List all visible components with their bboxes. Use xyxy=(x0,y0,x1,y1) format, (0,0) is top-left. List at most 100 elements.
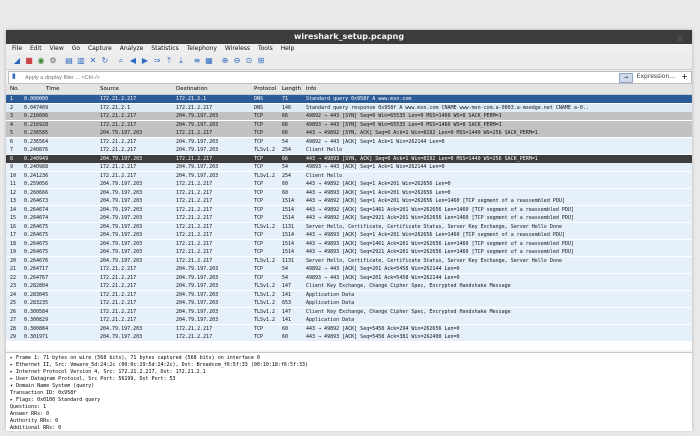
column-length[interactable]: Length xyxy=(282,84,301,94)
save-file-icon[interactable]: ▥ xyxy=(76,56,86,66)
apply-filter-icon[interactable]: → xyxy=(619,73,633,83)
packet-row[interactable]: 12 0.260666 204.79.197.203 172.21.2.217 TCP 6… xyxy=(6,188,692,197)
start-capture-icon[interactable]: ◢ xyxy=(12,56,22,66)
packet-row[interactable]: 25 0.283235 172.21.2.217 204.79.197.203 TLSv… xyxy=(6,299,692,307)
options-icon[interactable]: ⚙ xyxy=(48,56,58,66)
restart-capture-icon[interactable]: ◉ xyxy=(36,56,46,66)
packet-row[interactable]: 29 0.301971 204.79.197.203 172.21.2.217 TCP 6… xyxy=(6,333,692,341)
cell-dst: 204.79.197.203 xyxy=(176,308,219,315)
cell-proto: TCP xyxy=(254,155,264,162)
first-icon[interactable]: ⤒ xyxy=(164,56,174,66)
menu-tools[interactable]: Tools xyxy=(258,45,273,52)
packet-row[interactable]: 17 0.264675 204.79.197.203 172.21.2.217 TCP 1… xyxy=(6,231,692,239)
packet-row[interactable]: 7 0.240876 172.21.2.217 204.79.197.203 TLSv1… xyxy=(6,146,692,154)
find-icon[interactable]: ⌕ xyxy=(116,56,126,66)
cell-dst: 204.79.197.203 xyxy=(176,113,219,119)
cell-dst: 172.21.2.217 xyxy=(176,130,213,136)
packet-row[interactable]: 6 0.236564 172.21.2.217 204.79.197.203 TCP 54… xyxy=(6,137,692,146)
column-source[interactable]: Source xyxy=(100,84,119,94)
column-destination[interactable]: Destination xyxy=(176,84,208,94)
expression-button[interactable]: Expression... xyxy=(637,73,675,80)
bookmark-icon[interactable]: ▮ xyxy=(12,72,16,80)
column-protocol[interactable]: Protocol xyxy=(254,84,276,94)
cell-src: 204.79.197.203 xyxy=(100,257,143,264)
menu-wireless[interactable]: Wireless xyxy=(225,45,250,52)
packet-row[interactable]: 1 0.000000 172.21.2.217 172.21.2.1 DNS 71 Stan… xyxy=(6,95,692,103)
cell-info: 49892 → 443 [ACK] Seq=1 Ack=1 Win=262144… xyxy=(306,138,445,145)
cell-src: 204.79.197.203 xyxy=(100,198,143,204)
resize-columns-icon[interactable]: ⊞ xyxy=(256,56,266,66)
forward-icon[interactable]: ▶ xyxy=(140,56,150,66)
cell-time: 0.000000 xyxy=(24,96,49,102)
detail-line[interactable]: ▸ Ethernet II, Src: Vmware_5d:24:2c (00:… xyxy=(10,362,688,369)
packet-row[interactable]: 15 0.264674 204.79.197.203 172.21.2.217 TCP 1… xyxy=(6,214,692,222)
column-time[interactable]: Time xyxy=(46,84,59,94)
add-filter-button[interactable]: + xyxy=(681,72,688,81)
packet-row[interactable]: 20 0.264676 204.79.197.203 172.21.2.217 TLSv… xyxy=(6,256,692,265)
packet-row[interactable]: 5 0.236585 204.79.197.203 172.21.2.217 TCP 66… xyxy=(6,129,692,137)
packet-row[interactable]: 14 0.264674 204.79.197.203 172.21.2.217 TCP 1… xyxy=(6,205,692,214)
detail-line[interactable]: Answer RRs: 0 xyxy=(10,411,688,418)
packet-row[interactable]: 26 0.300584 172.21.2.217 204.79.197.203 TLSv… xyxy=(6,307,692,316)
packet-row[interactable]: 2 0.047409 172.21.2.1 172.21.2.217 DNS 146 Sta… xyxy=(6,103,692,112)
menu-view[interactable]: View xyxy=(50,45,64,52)
cell-time: 0.264674 xyxy=(24,206,49,213)
column-no[interactable]: No. xyxy=(10,84,19,94)
packet-row[interactable]: 19 0.264675 204.79.197.203 172.21.2.217 TCP 1… xyxy=(6,248,692,256)
last-icon[interactable]: ⤓ xyxy=(176,56,186,66)
menu-statistics[interactable]: Statistics xyxy=(151,45,178,52)
packet-row[interactable]: 13 0.264673 204.79.197.203 172.21.2.217 TCP 1… xyxy=(6,197,692,205)
packet-row[interactable]: 27 0.300829 172.21.2.217 204.79.197.203 TLSv… xyxy=(6,316,692,324)
zoom-out-icon[interactable]: ⊖ xyxy=(232,56,242,66)
detail-line[interactable]: ▸ Frame 1: 71 bytes on wire (568 bits), … xyxy=(10,355,688,362)
cell-dst: 204.79.197.203 xyxy=(176,138,219,145)
menu-analyze[interactable]: Analyze xyxy=(120,45,144,52)
detail-line[interactable]: ▾ Domain Name System (query) xyxy=(10,383,688,390)
menu-capture[interactable]: Capture xyxy=(88,45,112,52)
stop-capture-icon[interactable]: ■ xyxy=(24,56,34,66)
packet-row[interactable]: 9 0.240988 172.21.2.217 204.79.197.203 TCP 54… xyxy=(6,163,692,171)
menu-telephony[interactable]: Telephony xyxy=(187,45,217,52)
packet-row[interactable]: 10 0.241236 172.21.2.217 204.79.197.203 TLSv… xyxy=(6,171,692,180)
detail-line[interactable]: ▸ Flags: 0x0100 Standard query xyxy=(10,397,688,404)
display-filter-input[interactable] xyxy=(25,72,585,83)
menu-help[interactable]: Help xyxy=(281,45,295,52)
packet-row[interactable]: 11 0.259056 204.79.197.203 172.21.2.217 TCP 6… xyxy=(6,180,692,188)
reload-icon[interactable]: ↻ xyxy=(100,56,110,66)
menu-edit[interactable]: Edit xyxy=(30,45,42,52)
cell-len: 54 xyxy=(282,138,289,145)
cell-src: 172.21.2.217 xyxy=(100,317,137,323)
cell-no: 3 xyxy=(10,113,14,119)
menu-go[interactable]: Go xyxy=(72,45,80,52)
packet-row[interactable]: 8 0.240949 204.79.197.203 172.21.2.217 TCP 66… xyxy=(6,154,692,163)
detail-line[interactable]: Transaction ID: 0x958f xyxy=(10,390,688,397)
packet-row[interactable]: 4 0.216928 172.21.2.217 204.79.197.203 TCP 66… xyxy=(6,120,692,129)
detail-line[interactable]: ▸ Internet Protocol Version 4, Src: 172.… xyxy=(10,369,688,376)
detail-line[interactable]: ▸ User Datagram Protocol, Src Port: 5619… xyxy=(10,376,688,383)
cell-info: 443 → 49892 [ACK] Seq=2921 Ack=201 Win=2… xyxy=(306,215,574,221)
detail-line[interactable]: Authority RRs: 0 xyxy=(10,418,688,425)
wireshark-window: wireshark_setup.pcapng × File Edit View … xyxy=(6,30,692,431)
packet-row[interactable]: 23 0.282804 172.21.2.217 204.79.197.203 TLSv… xyxy=(6,282,692,290)
autoscroll-icon[interactable]: ≡ xyxy=(192,56,202,66)
cell-time: 0.047409 xyxy=(24,104,49,111)
packet-row[interactable]: 18 0.264675 204.79.197.203 172.21.2.217 TCP 1… xyxy=(6,239,692,248)
cell-proto: DNS xyxy=(254,104,264,111)
packet-row[interactable]: 16 0.264675 204.79.197.203 172.21.2.217 TLSv… xyxy=(6,222,692,231)
goto-icon[interactable]: ⇒ xyxy=(152,56,162,66)
packet-row[interactable]: 3 0.216606 172.21.2.217 204.79.197.203 TCP 66… xyxy=(6,112,692,120)
detail-line[interactable]: Questions: 1 xyxy=(10,404,688,411)
close-file-icon[interactable]: ✕ xyxy=(88,56,98,66)
menu-file[interactable]: File xyxy=(12,45,22,52)
open-file-icon[interactable]: ▤ xyxy=(64,56,74,66)
packet-row[interactable]: 22 0.264767 172.21.2.217 204.79.197.203 TCP 5… xyxy=(6,273,692,282)
packet-row[interactable]: 24 0.283045 172.21.2.217 204.79.197.203 TLSv… xyxy=(6,290,692,299)
column-info[interactable]: Info xyxy=(306,84,316,94)
back-icon[interactable]: ◀ xyxy=(128,56,138,66)
zoom-reset-icon[interactable]: ⊙ xyxy=(244,56,254,66)
packet-row[interactable]: 28 0.300884 204.79.197.203 172.21.2.217 TCP 6… xyxy=(6,324,692,333)
colorize-icon[interactable]: ▦ xyxy=(204,56,214,66)
detail-line[interactable]: Additional RRs: 0 xyxy=(10,425,688,431)
zoom-in-icon[interactable]: ⊕ xyxy=(220,56,230,66)
packet-row[interactable]: 21 0.264717 172.21.2.217 204.79.197.203 TCP 5… xyxy=(6,265,692,273)
